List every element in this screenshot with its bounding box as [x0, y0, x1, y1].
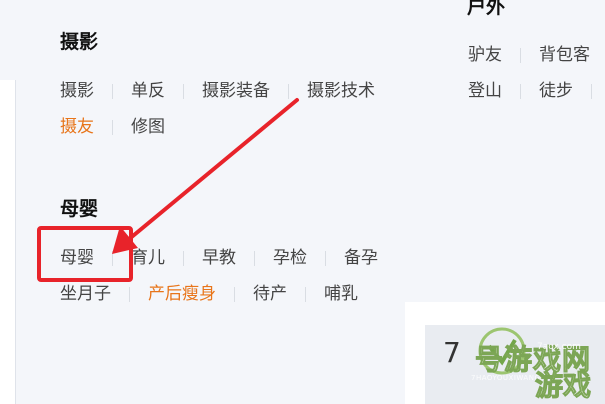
tag-separator	[183, 84, 184, 99]
tag-separator	[325, 251, 326, 266]
highlight-box-annotation	[37, 226, 133, 282]
tag-lvyou[interactable]: 驴友	[468, 47, 502, 64]
tag-separator	[520, 84, 521, 99]
tag-backpacker[interactable]: 背包客	[539, 47, 590, 64]
tag-photo-friends[interactable]: 摄友	[60, 119, 94, 136]
section-title-maternity: 母婴	[60, 198, 99, 220]
tag-separator	[234, 287, 235, 302]
tag-photo-retouch[interactable]: 修图	[131, 119, 165, 136]
tag-separator	[288, 84, 289, 99]
tag-photo-equipment[interactable]: 摄影装备	[202, 83, 270, 100]
tag-postpartum-confinement[interactable]: 坐月子	[60, 286, 111, 303]
tag-separator	[520, 48, 521, 63]
watermark-secondary-text: 游戏	[534, 369, 592, 403]
tag-separator	[254, 251, 255, 266]
left-panel-edge	[0, 80, 16, 404]
tag-separator	[112, 120, 113, 135]
section-title-photography: 摄影	[60, 31, 99, 53]
tag-parenting[interactable]: 育儿	[131, 250, 165, 267]
tag-early-education[interactable]: 早教	[202, 250, 236, 267]
tag-pregnancy-prep[interactable]: 备孕	[344, 250, 378, 267]
tag-dslr[interactable]: 单反	[131, 83, 165, 100]
tag-hiking[interactable]: 徒步	[539, 83, 573, 100]
outdoor-tags-row-2: 登山 徒步	[468, 83, 605, 100]
tag-photography[interactable]: 摄影	[60, 83, 94, 100]
tag-postpartum-slimming[interactable]: 产后瘦身	[148, 286, 216, 303]
outdoor-tags-row-1: 驴友 背包客	[468, 47, 590, 64]
tag-mountaineering[interactable]: 登山	[468, 83, 502, 100]
tag-breastfeeding[interactable]: 哺乳	[324, 286, 358, 303]
tag-separator	[305, 287, 306, 302]
photography-tags-row-2: 摄友 修图	[60, 119, 165, 136]
tag-photo-technique[interactable]: 摄影技术	[307, 83, 375, 100]
photography-tags-row-1: 摄影 单反 摄影装备 摄影技术	[60, 83, 375, 100]
tag-separator	[129, 287, 130, 302]
section-title-outdoor: 户外	[467, 0, 506, 18]
tag-pregnancy-checkup[interactable]: 孕检	[273, 250, 307, 267]
site-watermark: 号游戏网 7aox.com 7HAOYOUXIWANG 游戏	[455, 324, 605, 404]
tag-separator	[183, 251, 184, 266]
watermark-pinyin: 7HAOYOUXIWANG	[471, 374, 541, 382]
watermark-url: 7aox.com	[537, 342, 581, 352]
tag-awaiting-delivery[interactable]: 待产	[253, 286, 287, 303]
tag-separator	[112, 84, 113, 99]
tag-separator	[591, 84, 592, 99]
maternity-tags-row-2: 坐月子 产后瘦身 待产 哺乳	[60, 286, 358, 303]
